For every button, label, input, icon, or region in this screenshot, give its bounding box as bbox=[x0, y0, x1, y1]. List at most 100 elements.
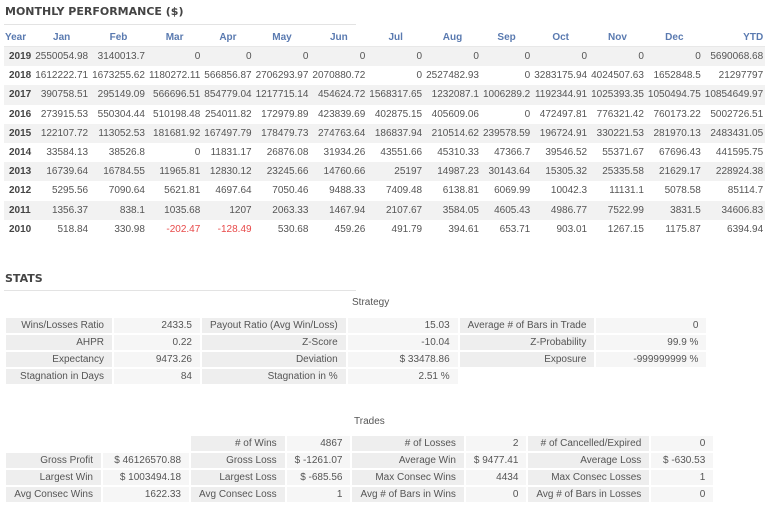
stat-label: AHPR bbox=[6, 335, 112, 350]
monthly-performance-table: Year Jan Feb Mar Apr May Jun Jul Aug Sep Oct Nov Dec… bbox=[4, 29, 766, 239]
value-cell: 530.68 bbox=[277, 223, 309, 235]
column-header-aug: Aug bbox=[424, 29, 481, 47]
value-cell: 0 bbox=[480, 46, 533, 67]
stat-value: $ -630.53 bbox=[651, 453, 714, 468]
value-cell: 4024507.63 bbox=[591, 70, 644, 82]
column-header-jul: Jul bbox=[367, 29, 425, 47]
strategy-caption: Strategy bbox=[352, 297, 390, 308]
strategy-stats-table: Wins/Losses Ratio 2433.5 Payout Ratio (Avg… bbox=[4, 316, 708, 386]
value-cell: 21297797 bbox=[718, 70, 764, 82]
value-cell: 1217715.14 bbox=[253, 85, 311, 105]
year-cell: 2013 bbox=[4, 162, 34, 182]
value-cell: 113052.53 bbox=[90, 123, 147, 143]
value-cell: 16784.55 bbox=[90, 162, 147, 182]
value-cell: 0 bbox=[589, 46, 646, 67]
stats-row: Largest Win $ 1003494.18 Largest Loss $ -68… bbox=[6, 470, 714, 485]
value-cell: 0 bbox=[367, 46, 425, 67]
value-cell: 39546.52 bbox=[545, 147, 588, 159]
value-cell: 6069.99 bbox=[494, 185, 531, 197]
value-cell: 10854649.97 bbox=[702, 85, 766, 105]
value-cell: 3140013.7 bbox=[90, 46, 147, 67]
value-cell: 390758.51 bbox=[33, 85, 91, 105]
year-cell: 2014 bbox=[9, 147, 32, 159]
stat-label: Avg # of Bars in Wins bbox=[352, 487, 464, 502]
value-cell: 1568317.65 bbox=[367, 85, 425, 105]
value-cell: 228924.38 bbox=[702, 162, 766, 182]
value-cell: 172979.89 bbox=[261, 108, 309, 120]
stats-row: Stagnation in Days 84 Stagnation in % 2.51 … bbox=[6, 369, 706, 384]
stat-value: 84 bbox=[114, 369, 200, 384]
empty-cell bbox=[103, 436, 189, 451]
stat-value: 0 bbox=[596, 318, 707, 333]
stat-value: 0 bbox=[651, 487, 714, 502]
trades-stats-table: # of Wins 4867 # of Losses 2 # of Cancelled/… bbox=[4, 434, 715, 504]
value-cell: 33584.13 bbox=[46, 147, 89, 159]
year-cell: 2016 bbox=[9, 108, 32, 120]
value-cell: 1652848.5 bbox=[653, 70, 701, 82]
stat-value: 0 bbox=[465, 487, 527, 502]
value-cell: 14760.66 bbox=[310, 162, 368, 182]
value-cell: 12830.12 bbox=[202, 162, 254, 182]
stat-label: # of Losses bbox=[352, 436, 464, 451]
value-cell: 3283175.94 bbox=[534, 70, 588, 82]
value-cell: 653.71 bbox=[499, 223, 531, 235]
value-cell: 1006289.2 bbox=[480, 85, 533, 105]
table-row: 2019 2550054.98 3140013.7 0 0 0 0 0 0 0 0 0 0 5690068… bbox=[4, 46, 766, 67]
stat-value: 2433.5 bbox=[114, 318, 200, 333]
column-header-year: Year bbox=[4, 29, 34, 47]
value-cell: 1050494.75 bbox=[645, 85, 703, 105]
stats-row: Avg Consec Wins 1622.33 Avg Consec Loss 1 Av… bbox=[6, 487, 714, 502]
stat-label: # of Cancelled/Expired bbox=[528, 436, 650, 451]
value-cell: 330221.53 bbox=[589, 123, 646, 143]
year-cell: 2019 bbox=[4, 46, 34, 67]
value-cell: 67696.43 bbox=[659, 147, 701, 159]
table-row: 2017 390758.51 295149.09 566696.51 854779.04… bbox=[4, 85, 766, 105]
stats-row: AHPR 0.22 Z-Score -10.04 Z-Probability 99.9 % bbox=[6, 335, 707, 350]
stat-value: 4434 bbox=[465, 470, 527, 485]
value-cell: 2706293.97 bbox=[255, 70, 309, 82]
column-header-jan: Jan bbox=[33, 29, 91, 47]
value-cell: 25335.58 bbox=[589, 162, 646, 182]
stat-label: Wins/Losses Ratio bbox=[6, 318, 112, 333]
empty-cell bbox=[596, 369, 706, 384]
value-cell: 402875.15 bbox=[374, 108, 423, 120]
value-cell: 405609.06 bbox=[431, 108, 479, 120]
value-cell: -202.47 bbox=[166, 223, 201, 235]
value-cell: 1673255.62 bbox=[92, 70, 145, 82]
value-cell: 178479.73 bbox=[253, 123, 311, 143]
year-cell: 2018 bbox=[9, 70, 32, 82]
stat-label: Avg Consec Wins bbox=[6, 487, 101, 502]
stat-value: 0.22 bbox=[114, 335, 200, 350]
value-cell: 1207 bbox=[202, 200, 254, 220]
stat-label: Z-Score bbox=[202, 335, 346, 350]
value-cell: 7050.46 bbox=[272, 185, 309, 197]
value-cell: 566856.87 bbox=[204, 70, 252, 82]
value-cell: 454624.72 bbox=[310, 85, 368, 105]
value-cell: 4605.43 bbox=[480, 200, 533, 220]
value-cell: 6394.94 bbox=[727, 223, 764, 235]
stat-label: Stagnation in % bbox=[202, 369, 346, 384]
column-header-ytd: YTD bbox=[702, 29, 766, 47]
value-cell: 550304.44 bbox=[97, 108, 145, 120]
stat-value: $ 46126570.88 bbox=[103, 453, 189, 468]
value-cell: 1356.37 bbox=[33, 200, 91, 220]
value-cell: 0 bbox=[524, 70, 531, 82]
stat-value: 4867 bbox=[286, 436, 351, 451]
value-cell: 122107.72 bbox=[33, 123, 91, 143]
value-cell: 3584.05 bbox=[424, 200, 481, 220]
value-cell: 518.84 bbox=[57, 223, 89, 235]
value-cell: 167497.79 bbox=[202, 123, 254, 143]
value-cell: 38526.8 bbox=[108, 147, 145, 159]
value-cell: 2063.33 bbox=[253, 200, 311, 220]
monthly-performance-title: MONTHLY PERFORMANCE ($) bbox=[5, 5, 184, 18]
stat-label: Avg # of Bars in Losses bbox=[528, 487, 650, 502]
value-cell: 7522.99 bbox=[589, 200, 646, 220]
stat-value: 1 bbox=[651, 470, 714, 485]
column-header-dec: Dec bbox=[645, 29, 703, 47]
stat-label: Deviation bbox=[202, 352, 346, 367]
value-cell: 55371.67 bbox=[602, 147, 644, 159]
stat-value: 99.9 % bbox=[596, 335, 707, 350]
value-cell: -128.49 bbox=[217, 223, 252, 235]
value-cell: 23245.66 bbox=[253, 162, 311, 182]
stat-value: 1 bbox=[286, 487, 351, 502]
